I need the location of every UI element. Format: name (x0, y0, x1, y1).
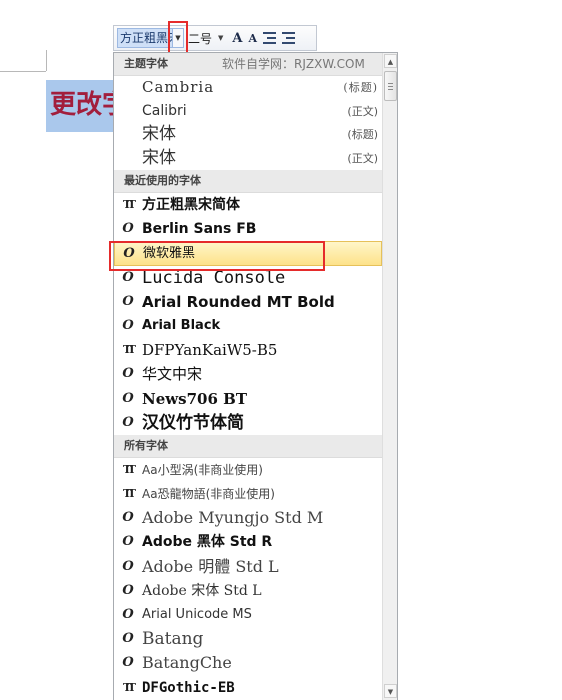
theme-font-item[interactable]: 宋体 (标题) (114, 123, 382, 147)
opentype-icon: O (122, 558, 134, 574)
font-size-dropdown-chevron-icon[interactable]: ▼ (218, 34, 223, 42)
opentype-icon: O (122, 317, 134, 333)
section-header-recent-fonts: 最近使用的字体 (114, 170, 382, 193)
opentype-icon: O (122, 582, 134, 598)
opentype-icon: O (122, 534, 134, 550)
recent-font-item[interactable]: O Arial Black (114, 314, 382, 338)
mini-toolbar: 方正粗黑宋简体 ▼ 二号 ▼ A A (113, 25, 317, 51)
truetype-icon: TT (123, 198, 136, 211)
truetype-icon: TT (123, 487, 136, 501)
opentype-icon: O (122, 293, 134, 309)
opentype-icon: O (122, 631, 134, 647)
recent-font-item[interactable]: O Berlin Sans FB (114, 217, 382, 241)
margin-corner-horizontal (0, 71, 46, 72)
recent-font-item[interactable]: TT 方正粗黑宋简体 (114, 193, 382, 217)
opentype-icon: O (122, 269, 134, 285)
decrease-indent-icon[interactable] (263, 32, 277, 44)
opentype-icon: O (123, 246, 135, 262)
opentype-icon: O (122, 414, 134, 430)
theme-font-item[interactable]: 宋体 (正文) (114, 147, 382, 171)
shrink-font-button[interactable]: A (248, 32, 257, 45)
recent-font-item[interactable]: O 汉仪竹节体简 (114, 411, 382, 435)
theme-font-item[interactable]: Cambria (标题) (114, 76, 382, 100)
all-font-item[interactable]: O Adobe Myungjo Std M (114, 506, 382, 530)
recent-font-item[interactable]: O News706 BT (114, 387, 382, 411)
all-font-item[interactable]: TT DFGothic-EB (114, 676, 382, 700)
all-font-item[interactable]: O Adobe 明體 Std L (114, 555, 382, 579)
recent-font-item[interactable]: TT DFPYanKaiW5-B5 (114, 338, 382, 362)
all-font-item[interactable]: O BatangChe (114, 651, 382, 675)
all-font-item[interactable]: O Arial Unicode MS (114, 603, 382, 627)
section-header-theme-fonts: 主题字体 软件自学网：RJZXW.COM (114, 53, 382, 76)
opentype-icon: O (122, 366, 134, 382)
margin-corner-vertical (46, 50, 47, 71)
scroll-down-arrow-icon[interactable]: ▼ (384, 684, 397, 698)
theme-font-item[interactable]: Calibri (正文) (114, 100, 382, 124)
truetype-icon: TT (123, 343, 136, 357)
grow-font-button[interactable]: A (232, 31, 242, 46)
watermark-text: 软件自学网：RJZXW.COM (222, 57, 365, 71)
opentype-icon: O (122, 655, 134, 671)
font-size-input[interactable]: 二号 (188, 30, 218, 47)
truetype-icon: TT (123, 462, 136, 476)
font-name-input[interactable]: 方正粗黑宋简体 (117, 28, 173, 48)
recent-font-item[interactable]: O Lucida Console (114, 266, 382, 290)
recent-font-item-hovered[interactable]: O 微软雅黑 (114, 241, 382, 266)
selected-document-text[interactable]: 更改字 (46, 80, 120, 132)
font-list: 主题字体 软件自学网：RJZXW.COM Cambria (标题) Calibr… (114, 53, 382, 700)
all-font-item[interactable]: O Adobe 黑体 Std R (114, 530, 382, 554)
all-font-item[interactable]: O Adobe 宋体 Std L (114, 579, 382, 603)
opentype-icon: O (122, 221, 134, 237)
opentype-icon: O (122, 510, 134, 526)
opentype-icon: O (122, 607, 134, 622)
font-dropdown-list: 主题字体 软件自学网：RJZXW.COM Cambria (标题) Calibr… (113, 52, 398, 700)
vertical-scrollbar[interactable]: ▲ ▼ (382, 53, 397, 700)
recent-font-item[interactable]: O 华文中宋 (114, 362, 382, 386)
increase-indent-icon[interactable] (282, 32, 296, 44)
scrollbar-thumb[interactable] (384, 71, 397, 101)
recent-font-item[interactable]: O Arial Rounded MT Bold (114, 290, 382, 314)
scroll-up-arrow-icon[interactable]: ▲ (384, 54, 397, 68)
truetype-icon: TT (123, 680, 136, 694)
opentype-icon: O (122, 390, 134, 406)
section-header-all-fonts: 所有字体 (114, 434, 382, 458)
all-font-item[interactable]: TT Aa恐龍物語(非商业使用) (114, 482, 382, 506)
all-font-item[interactable]: TT Aa小型涡(非商业使用) (114, 458, 382, 482)
all-font-item[interactable]: O Batang (114, 627, 382, 651)
